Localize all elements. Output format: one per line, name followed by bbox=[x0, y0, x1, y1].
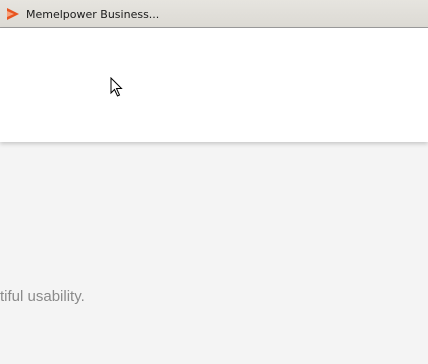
tagline-text: tiful usability. bbox=[0, 288, 85, 305]
window-title: Memelpower Business... bbox=[26, 8, 160, 21]
header-banner bbox=[0, 28, 428, 142]
memelpower-logo-icon bbox=[7, 8, 19, 20]
mouse-pointer-icon bbox=[110, 77, 123, 97]
taskbar-window-tab[interactable]: Memelpower Business... bbox=[0, 0, 428, 28]
page: Memelpower Business... tiful usability. bbox=[0, 0, 428, 364]
